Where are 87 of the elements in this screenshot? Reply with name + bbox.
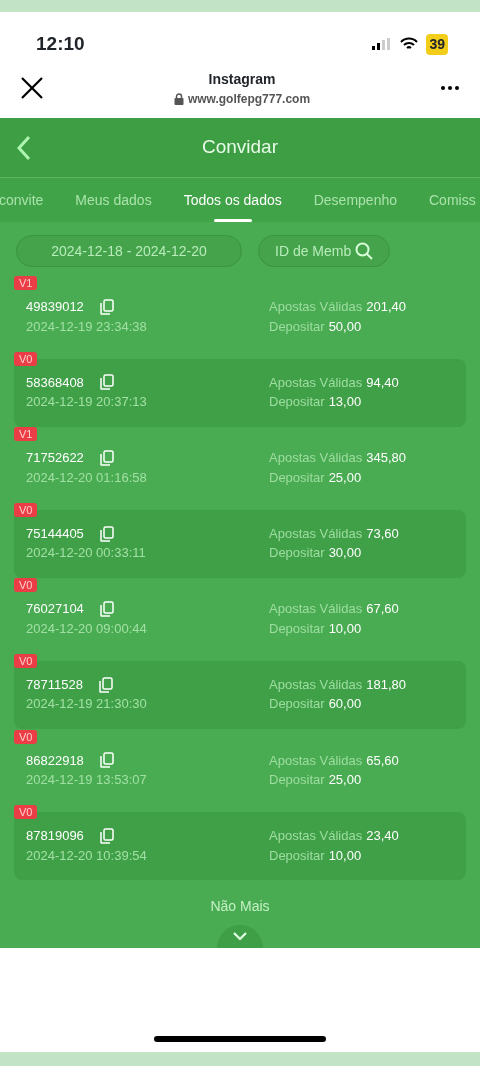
bets-label: Apostas Válidas bbox=[269, 675, 363, 694]
bets-value: 181,80 bbox=[366, 675, 406, 694]
bets-value: 65,60 bbox=[366, 751, 399, 770]
browser-title: Instagram bbox=[207, 69, 277, 89]
level-tag: V0 bbox=[14, 729, 38, 744]
copy-icon[interactable] bbox=[99, 374, 114, 391]
deposit-label: Depositar bbox=[269, 695, 325, 714]
status-time: 12:10 bbox=[36, 31, 85, 56]
deposit-label: Depositar bbox=[269, 468, 325, 487]
copy-icon[interactable] bbox=[99, 601, 114, 618]
deposit-value: 30,00 bbox=[328, 544, 362, 563]
bets-value: 345,80 bbox=[366, 449, 406, 468]
level-tag: V0 bbox=[14, 578, 38, 593]
deposit-value: 13,00 bbox=[328, 393, 362, 412]
bets-value: 67,60 bbox=[366, 600, 399, 619]
register-time: 2024-12-20 00:33:11 bbox=[26, 544, 146, 563]
level-tag: V1 bbox=[14, 276, 38, 290]
bets-label: Apostas Válidas bbox=[269, 600, 363, 619]
deposit-value: 10,00 bbox=[328, 846, 362, 865]
bets-label: Apostas Válidas bbox=[269, 751, 363, 770]
register-time: 2024-12-20 09:00:44 bbox=[26, 619, 147, 638]
level-tag: V0 bbox=[14, 502, 38, 517]
deposit-value: 25,00 bbox=[328, 468, 362, 487]
chevron-down-icon[interactable] bbox=[233, 932, 247, 941]
page-title: Convidar bbox=[201, 135, 278, 160]
close-icon[interactable] bbox=[20, 76, 44, 100]
register-time: 2024-12-20 10:39:54 bbox=[26, 846, 147, 865]
bets-value: 73,60 bbox=[366, 524, 399, 543]
lock-icon bbox=[173, 92, 184, 105]
member-id: 76027104 bbox=[26, 600, 84, 619]
bets-label: Apostas Válidas bbox=[269, 827, 363, 846]
copy-icon[interactable] bbox=[98, 676, 113, 693]
member-id: 75144405 bbox=[26, 524, 84, 543]
deposit-label: Depositar bbox=[269, 317, 325, 336]
bets-label: Apostas Válidas bbox=[269, 524, 363, 543]
deposit-label: Depositar bbox=[269, 619, 325, 638]
copy-icon[interactable] bbox=[99, 752, 114, 769]
register-time: 2024-12-19 20:37:13 bbox=[26, 393, 147, 412]
deposit-value: 10,00 bbox=[328, 619, 362, 638]
tab[interactable]: Todos os dados bbox=[167, 178, 298, 222]
member-id: 87819096 bbox=[26, 827, 84, 846]
register-time: 2024-12-19 21:30:30 bbox=[26, 695, 147, 714]
register-time: 2024-12-20 01:16:58 bbox=[26, 468, 147, 487]
tab[interactable]: Meus dados bbox=[59, 178, 168, 222]
end-of-list-text: Não Mais bbox=[210, 898, 270, 915]
copy-icon[interactable] bbox=[99, 827, 114, 844]
back-icon[interactable] bbox=[16, 134, 32, 161]
copy-icon[interactable] bbox=[99, 525, 114, 542]
date-range-field[interactable]: 2024-12-18 - 2024-12-20 bbox=[16, 235, 242, 267]
member-id: 58368408 bbox=[26, 373, 84, 392]
signal-icon bbox=[372, 38, 393, 50]
member-id-input[interactable]: ID de Memb bbox=[275, 240, 355, 262]
deposit-label: Depositar bbox=[269, 771, 325, 790]
level-tag: V1 bbox=[14, 427, 38, 442]
more-icon[interactable] bbox=[440, 85, 460, 91]
deposit-label: Depositar bbox=[269, 846, 325, 865]
scroll-down-button[interactable] bbox=[217, 925, 263, 948]
deposit-value: 25,00 bbox=[328, 771, 362, 790]
copy-icon[interactable] bbox=[99, 298, 114, 315]
level-tag: V0 bbox=[14, 805, 38, 820]
bets-value: 23,40 bbox=[366, 827, 399, 846]
member-search-field[interactable]: ID de Memb bbox=[258, 235, 390, 267]
bets-value: 201,40 bbox=[366, 298, 406, 316]
bets-label: Apostas Válidas bbox=[269, 373, 363, 392]
bets-label: Apostas Válidas bbox=[269, 449, 363, 468]
bets-value: 94,40 bbox=[366, 373, 399, 392]
search-icon[interactable] bbox=[355, 242, 373, 260]
bets-label: Apostas Válidas bbox=[269, 298, 363, 316]
register-time: 2024-12-19 23:34:38 bbox=[26, 317, 147, 336]
tab[interactable]: Comiss bbox=[413, 178, 480, 222]
level-tag: V0 bbox=[14, 653, 38, 668]
member-id: 78711528 bbox=[26, 675, 83, 694]
deposit-label: Depositar bbox=[269, 393, 325, 412]
member-id: 49839012 bbox=[26, 298, 84, 316]
page-url: www.golfepg777.com bbox=[187, 90, 311, 108]
register-time: 2024-12-19 13:53:07 bbox=[26, 771, 147, 790]
tab[interactable]: convite bbox=[0, 178, 60, 222]
deposit-value: 60,00 bbox=[328, 695, 362, 714]
deposit-label: Depositar bbox=[269, 544, 325, 563]
member-id: 86822918 bbox=[26, 751, 84, 770]
tab[interactable]: Desempenho bbox=[297, 178, 413, 222]
copy-icon[interactable] bbox=[99, 449, 114, 466]
wifi-icon bbox=[400, 37, 419, 51]
member-id: 71752622 bbox=[26, 449, 84, 468]
level-tag: V0 bbox=[14, 351, 38, 366]
deposit-value: 50,00 bbox=[328, 317, 362, 336]
battery-level: 39 bbox=[426, 33, 448, 55]
